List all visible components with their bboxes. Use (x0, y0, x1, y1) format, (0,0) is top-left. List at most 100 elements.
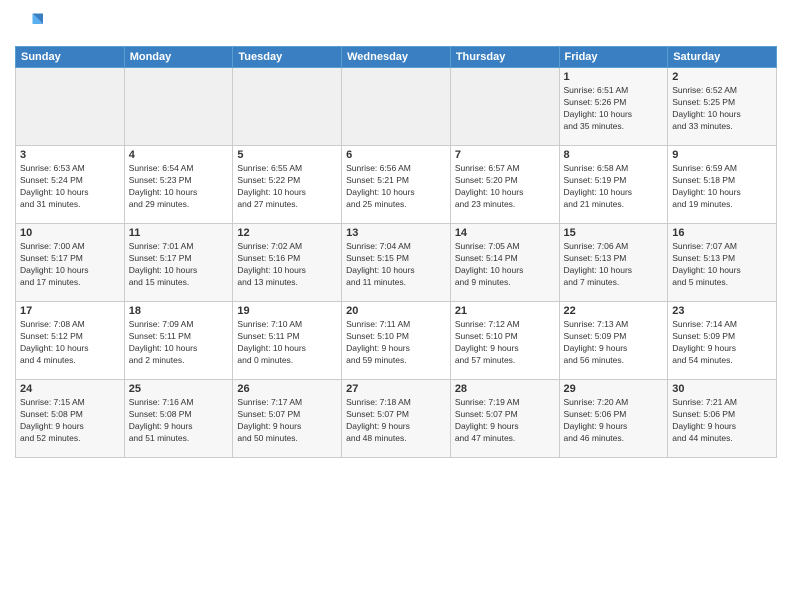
day-number: 15 (564, 227, 664, 239)
day-number: 16 (672, 227, 772, 239)
day-number: 9 (672, 149, 772, 161)
calendar-cell: 6Sunrise: 6:56 AM Sunset: 5:21 PM Daylig… (342, 146, 451, 224)
day-number: 25 (129, 383, 229, 395)
weekday-header-thursday: Thursday (450, 47, 559, 68)
weekday-header-friday: Friday (559, 47, 668, 68)
day-info: Sunrise: 6:52 AM Sunset: 5:25 PM Dayligh… (672, 85, 772, 133)
day-info: Sunrise: 6:57 AM Sunset: 5:20 PM Dayligh… (455, 163, 555, 211)
weekday-header-row: SundayMondayTuesdayWednesdayThursdayFrid… (16, 47, 777, 68)
day-info: Sunrise: 7:20 AM Sunset: 5:06 PM Dayligh… (564, 397, 664, 445)
day-info: Sunrise: 7:16 AM Sunset: 5:08 PM Dayligh… (129, 397, 229, 445)
day-info: Sunrise: 6:51 AM Sunset: 5:26 PM Dayligh… (564, 85, 664, 133)
day-number: 1 (564, 71, 664, 83)
day-info: Sunrise: 7:05 AM Sunset: 5:14 PM Dayligh… (455, 241, 555, 289)
calendar-cell: 1 Sunrise: 6:51 AM Sunset: 5:26 PM Daylig… (559, 68, 668, 146)
calendar-cell: 25 Sunrise: 7:16 AM Sunset: 5:08 PM Dayli… (124, 380, 233, 458)
day-info: Sunrise: 7:12 AM Sunset: 5:10 PM Dayligh… (455, 319, 555, 367)
calendar-cell: 27 Sunrise: 7:18 AM Sunset: 5:07 PM Dayli… (342, 380, 451, 458)
day-info: Sunrise: 6:59 AM Sunset: 5:18 PM Dayligh… (672, 163, 772, 211)
day-number: 26 (237, 383, 337, 395)
calendar-cell: 19 Sunrise: 7:10 AM Sunset: 5:11 PM Dayli… (233, 302, 342, 380)
day-number: 17 (20, 305, 120, 317)
logo (15, 10, 47, 38)
calendar-cell (233, 68, 342, 146)
calendar-week-3: 10Sunrise: 7:00 AM Sunset: 5:17 PM Dayli… (16, 224, 777, 302)
calendar-cell: 13 Sunrise: 7:04 AM Sunset: 5:15 PM Dayli… (342, 224, 451, 302)
calendar-cell: 11 Sunrise: 7:01 AM Sunset: 5:17 PM Dayli… (124, 224, 233, 302)
day-number: 2 (672, 71, 772, 83)
calendar-cell: 14 Sunrise: 7:05 AM Sunset: 5:14 PM Dayli… (450, 224, 559, 302)
calendar-cell: 3 Sunrise: 6:53 AM Sunset: 5:24 PM Daylig… (16, 146, 125, 224)
day-info: Sunrise: 6:54 AM Sunset: 5:23 PM Dayligh… (129, 163, 229, 211)
day-number: 18 (129, 305, 229, 317)
calendar-cell: 7 Sunrise: 6:57 AM Sunset: 5:20 PM Daylig… (450, 146, 559, 224)
logo-icon (15, 10, 43, 38)
day-number: 12 (237, 227, 337, 239)
calendar-cell (124, 68, 233, 146)
calendar-cell: 4 Sunrise: 6:54 AM Sunset: 5:23 PM Daylig… (124, 146, 233, 224)
weekday-header-tuesday: Tuesday (233, 47, 342, 68)
calendar-cell: 16 Sunrise: 7:07 AM Sunset: 5:13 PM Dayli… (668, 224, 777, 302)
day-info: Sunrise: 7:10 AM Sunset: 5:11 PM Dayligh… (237, 319, 337, 367)
day-number: 21 (455, 305, 555, 317)
calendar-cell: 8Sunrise: 6:58 AM Sunset: 5:19 PM Daylig… (559, 146, 668, 224)
calendar-cell: 2 Sunrise: 6:52 AM Sunset: 5:25 PM Daylig… (668, 68, 777, 146)
calendar-cell: 21 Sunrise: 7:12 AM Sunset: 5:10 PM Dayli… (450, 302, 559, 380)
calendar-week-2: 3 Sunrise: 6:53 AM Sunset: 5:24 PM Daylig… (16, 146, 777, 224)
day-info: Sunrise: 7:09 AM Sunset: 5:11 PM Dayligh… (129, 319, 229, 367)
day-number: 22 (564, 305, 664, 317)
day-number: 5 (237, 149, 337, 161)
day-number: 3 (20, 149, 120, 161)
day-number: 30 (672, 383, 772, 395)
calendar-cell (342, 68, 451, 146)
calendar-cell: 10Sunrise: 7:00 AM Sunset: 5:17 PM Dayli… (16, 224, 125, 302)
calendar-cell: 23Sunrise: 7:14 AM Sunset: 5:09 PM Dayli… (668, 302, 777, 380)
day-info: Sunrise: 7:21 AM Sunset: 5:06 PM Dayligh… (672, 397, 772, 445)
day-info: Sunrise: 7:17 AM Sunset: 5:07 PM Dayligh… (237, 397, 337, 445)
day-number: 6 (346, 149, 446, 161)
day-number: 23 (672, 305, 772, 317)
calendar-week-4: 17 Sunrise: 7:08 AM Sunset: 5:12 PM Dayli… (16, 302, 777, 380)
day-info: Sunrise: 6:53 AM Sunset: 5:24 PM Dayligh… (20, 163, 120, 211)
page: SundayMondayTuesdayWednesdayThursdayFrid… (0, 0, 792, 612)
calendar-cell (450, 68, 559, 146)
day-number: 20 (346, 305, 446, 317)
weekday-header-saturday: Saturday (668, 47, 777, 68)
day-info: Sunrise: 7:08 AM Sunset: 5:12 PM Dayligh… (20, 319, 120, 367)
weekday-header-wednesday: Wednesday (342, 47, 451, 68)
calendar-cell: 9 Sunrise: 6:59 AM Sunset: 5:18 PM Daylig… (668, 146, 777, 224)
day-info: Sunrise: 7:01 AM Sunset: 5:17 PM Dayligh… (129, 241, 229, 289)
day-number: 13 (346, 227, 446, 239)
day-info: Sunrise: 7:06 AM Sunset: 5:13 PM Dayligh… (564, 241, 664, 289)
weekday-header-monday: Monday (124, 47, 233, 68)
day-info: Sunrise: 7:02 AM Sunset: 5:16 PM Dayligh… (237, 241, 337, 289)
day-info: Sunrise: 7:11 AM Sunset: 5:10 PM Dayligh… (346, 319, 446, 367)
day-number: 8 (564, 149, 664, 161)
day-number: 19 (237, 305, 337, 317)
calendar-cell: 30 Sunrise: 7:21 AM Sunset: 5:06 PM Dayli… (668, 380, 777, 458)
weekday-header-sunday: Sunday (16, 47, 125, 68)
calendar-week-1: 1 Sunrise: 6:51 AM Sunset: 5:26 PM Daylig… (16, 68, 777, 146)
day-info: Sunrise: 7:18 AM Sunset: 5:07 PM Dayligh… (346, 397, 446, 445)
calendar-cell: 15 Sunrise: 7:06 AM Sunset: 5:13 PM Dayli… (559, 224, 668, 302)
calendar-cell: 26 Sunrise: 7:17 AM Sunset: 5:07 PM Dayli… (233, 380, 342, 458)
calendar-cell: 17 Sunrise: 7:08 AM Sunset: 5:12 PM Dayli… (16, 302, 125, 380)
day-number: 4 (129, 149, 229, 161)
calendar-cell: 20 Sunrise: 7:11 AM Sunset: 5:10 PM Dayli… (342, 302, 451, 380)
day-info: Sunrise: 7:15 AM Sunset: 5:08 PM Dayligh… (20, 397, 120, 445)
day-info: Sunrise: 7:07 AM Sunset: 5:13 PM Dayligh… (672, 241, 772, 289)
header (15, 10, 777, 38)
day-number: 10 (20, 227, 120, 239)
calendar-week-5: 24 Sunrise: 7:15 AM Sunset: 5:08 PM Dayli… (16, 380, 777, 458)
calendar-cell: 12 Sunrise: 7:02 AM Sunset: 5:16 PM Dayli… (233, 224, 342, 302)
day-number: 11 (129, 227, 229, 239)
day-number: 14 (455, 227, 555, 239)
calendar-cell (16, 68, 125, 146)
day-info: Sunrise: 7:04 AM Sunset: 5:15 PM Dayligh… (346, 241, 446, 289)
day-number: 27 (346, 383, 446, 395)
calendar-cell: 24 Sunrise: 7:15 AM Sunset: 5:08 PM Dayli… (16, 380, 125, 458)
day-number: 28 (455, 383, 555, 395)
day-number: 24 (20, 383, 120, 395)
day-number: 7 (455, 149, 555, 161)
calendar-cell: 18 Sunrise: 7:09 AM Sunset: 5:11 PM Dayli… (124, 302, 233, 380)
